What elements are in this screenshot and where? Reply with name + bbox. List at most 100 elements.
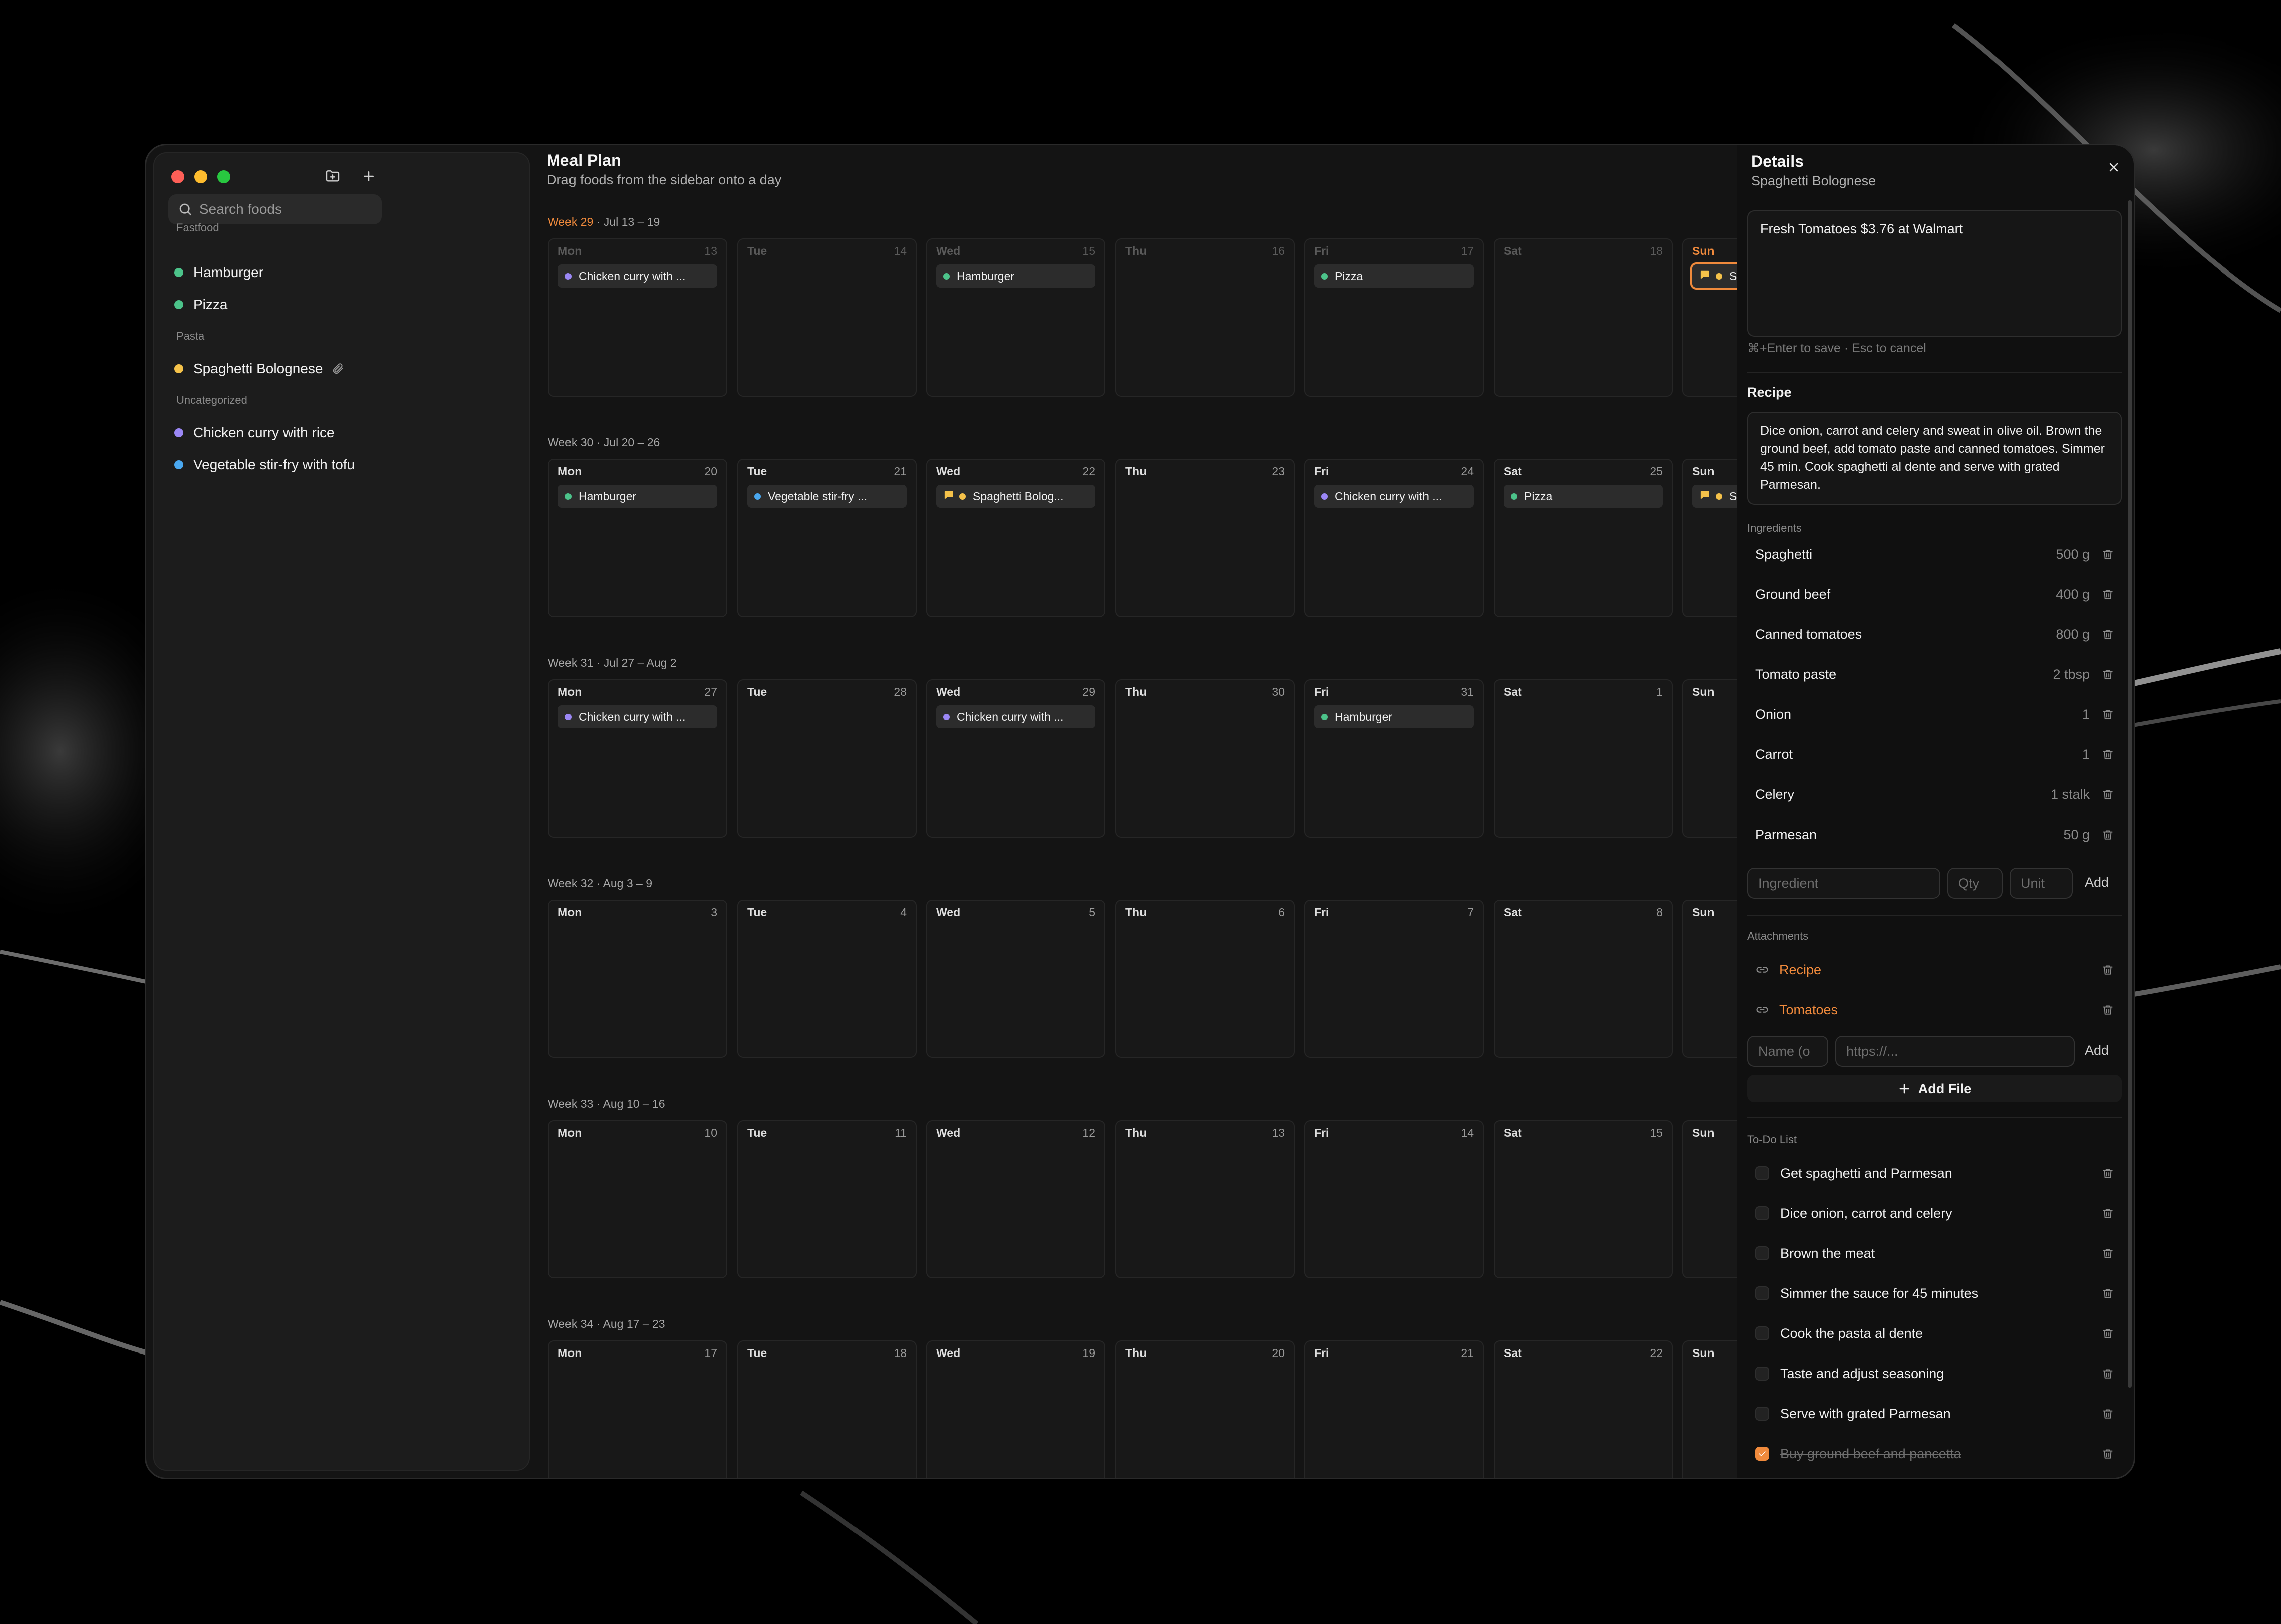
day-cell[interactable]: Wed 29 Chicken curry with ... xyxy=(926,679,1105,838)
day-cell[interactable]: Thu 6 xyxy=(1115,900,1295,1058)
meal-chip[interactable]: Chicken curry with ... xyxy=(936,705,1095,728)
day-cell[interactable]: Thu 16 xyxy=(1115,238,1295,397)
sidebar-food-item[interactable]: Vegetable stir-fry with tofu xyxy=(174,452,355,478)
todo-checkbox[interactable] xyxy=(1755,1407,1769,1421)
meal-chip[interactable]: Chicken curry with ... xyxy=(558,264,717,288)
delete-ingredient-button[interactable] xyxy=(2100,586,2116,602)
todo-checkbox[interactable] xyxy=(1755,1326,1769,1340)
meal-chip[interactable]: Chicken curry with ... xyxy=(558,705,717,728)
sidebar-food-item[interactable]: Spaghetti Bolognese xyxy=(174,356,345,382)
meal-chip[interactable]: Pizza xyxy=(1504,485,1663,508)
todo-checkbox[interactable] xyxy=(1755,1206,1769,1220)
delete-ingredient-button[interactable] xyxy=(2100,706,2116,722)
attachment-name-field[interactable] xyxy=(1747,1036,1828,1067)
ingredient-qty-field[interactable] xyxy=(1947,868,2003,899)
day-cell[interactable]: Fri 31 Hamburger xyxy=(1304,679,1484,838)
delete-todo-button[interactable] xyxy=(2100,1285,2116,1301)
day-cell[interactable]: Tue 28 xyxy=(737,679,917,838)
attachment-url-field[interactable] xyxy=(1835,1036,2075,1067)
recipe-textarea[interactable]: Dice onion, carrot and celery and sweat … xyxy=(1747,412,2122,505)
new-folder-button[interactable] xyxy=(323,166,343,186)
meal-chip[interactable]: Hamburger xyxy=(936,264,1095,288)
sidebar-food-item[interactable]: Hamburger xyxy=(174,259,263,286)
ingredient-input[interactable] xyxy=(1747,868,1940,899)
day-cell[interactable]: Mon 10 xyxy=(548,1120,727,1278)
sidebar-food-item[interactable]: Pizza xyxy=(174,292,227,318)
delete-attachment-button[interactable] xyxy=(2100,962,2116,978)
delete-todo-button[interactable] xyxy=(2100,1165,2116,1181)
delete-ingredient-button[interactable] xyxy=(2100,786,2116,802)
day-cell[interactable]: Sat 25 Pizza xyxy=(1494,459,1673,617)
day-cell[interactable]: Sat 22 xyxy=(1494,1340,1673,1478)
delete-ingredient-button[interactable] xyxy=(2100,746,2116,762)
attachment-url-input[interactable] xyxy=(1835,1036,2075,1067)
unit-input[interactable] xyxy=(2010,868,2073,899)
delete-todo-button[interactable] xyxy=(2100,1205,2116,1221)
add-attachment-button[interactable]: Add xyxy=(2085,1043,2109,1058)
day-cell[interactable]: Tue 11 xyxy=(737,1120,917,1278)
window-close-button[interactable] xyxy=(171,170,184,183)
day-cell[interactable]: Tue 14 xyxy=(737,238,917,397)
day-cell[interactable]: Sat 18 xyxy=(1494,238,1673,397)
day-cell[interactable]: Fri 17 Pizza xyxy=(1304,238,1484,397)
day-cell[interactable]: Mon 17 xyxy=(548,1340,727,1478)
day-cell[interactable]: Fri 7 xyxy=(1304,900,1484,1058)
day-cell[interactable]: Wed 22 Spaghetti Bolog... xyxy=(926,459,1105,617)
day-cell[interactable]: Mon 20 Hamburger xyxy=(548,459,727,617)
day-cell[interactable]: Mon 27 Chicken curry with ... xyxy=(548,679,727,838)
attachment-link[interactable]: Recipe xyxy=(1779,962,2100,978)
qty-input[interactable] xyxy=(1947,868,2003,899)
delete-todo-button[interactable] xyxy=(2100,1325,2116,1341)
meal-chip[interactable]: Vegetable stir-fry ... xyxy=(747,485,907,508)
day-cell[interactable]: Sat 8 xyxy=(1494,900,1673,1058)
add-file-button[interactable]: Add File xyxy=(1747,1075,2122,1102)
delete-ingredient-button[interactable] xyxy=(2100,546,2116,562)
meal-chip[interactable]: Hamburger xyxy=(1314,705,1474,728)
todo-checkbox[interactable] xyxy=(1755,1286,1769,1300)
ingredient-unit-field[interactable] xyxy=(2010,868,2073,899)
todo-checkbox[interactable] xyxy=(1755,1447,1769,1461)
attachment-link[interactable]: Tomatoes xyxy=(1779,1002,2100,1018)
attachment-name-input[interactable] xyxy=(1747,1036,1828,1067)
todo-checkbox[interactable] xyxy=(1755,1367,1769,1381)
day-cell[interactable]: Tue 21 Vegetable stir-fry ... xyxy=(737,459,917,617)
todo-checkbox[interactable] xyxy=(1755,1246,1769,1260)
day-cell[interactable]: Fri 14 xyxy=(1304,1120,1484,1278)
close-details-button[interactable] xyxy=(2104,157,2124,177)
delete-todo-button[interactable] xyxy=(2100,1406,2116,1422)
delete-attachment-button[interactable] xyxy=(2100,1002,2116,1018)
meal-chip[interactable]: Pizza xyxy=(1314,264,1474,288)
add-food-button[interactable] xyxy=(359,166,379,186)
delete-ingredient-button[interactable] xyxy=(2100,666,2116,682)
day-cell[interactable]: Fri 21 xyxy=(1304,1340,1484,1478)
todo-checkbox[interactable] xyxy=(1755,1166,1769,1180)
delete-todo-button[interactable] xyxy=(2100,1245,2116,1261)
search-input[interactable] xyxy=(198,201,371,218)
day-cell[interactable]: Wed 5 xyxy=(926,900,1105,1058)
day-cell[interactable]: Wed 12 xyxy=(926,1120,1105,1278)
day-cell[interactable]: Fri 24 Chicken curry with ... xyxy=(1304,459,1484,617)
day-cell[interactable]: Thu 23 xyxy=(1115,459,1295,617)
day-cell[interactable]: Sat 1 xyxy=(1494,679,1673,838)
day-cell[interactable]: Wed 15 Hamburger xyxy=(926,238,1105,397)
day-cell[interactable]: Mon 13 Chicken curry with ... xyxy=(548,238,727,397)
details-scrollbar[interactable] xyxy=(2128,200,2132,1388)
day-cell[interactable]: Thu 13 xyxy=(1115,1120,1295,1278)
day-cell[interactable]: Wed 19 xyxy=(926,1340,1105,1478)
meal-chip[interactable]: Hamburger xyxy=(558,485,717,508)
ingredient-name-field[interactable] xyxy=(1747,868,1940,899)
day-cell[interactable]: Mon 3 xyxy=(548,900,727,1058)
delete-ingredient-button[interactable] xyxy=(2100,626,2116,642)
sidebar-food-item[interactable]: Chicken curry with rice xyxy=(174,420,335,446)
window-minimize-button[interactable] xyxy=(194,170,207,183)
delete-ingredient-button[interactable] xyxy=(2100,827,2116,843)
day-cell[interactable]: Thu 30 xyxy=(1115,679,1295,838)
note-editor[interactable]: Fresh Tomatoes $3.76 at Walmart xyxy=(1747,210,2122,337)
delete-todo-button[interactable] xyxy=(2100,1366,2116,1382)
delete-todo-button[interactable] xyxy=(2100,1446,2116,1462)
day-cell[interactable]: Tue 4 xyxy=(737,900,917,1058)
day-cell[interactable]: Thu 20 xyxy=(1115,1340,1295,1478)
meal-chip[interactable]: Chicken curry with ... xyxy=(1314,485,1474,508)
window-zoom-button[interactable] xyxy=(217,170,230,183)
add-ingredient-button[interactable]: Add xyxy=(2085,875,2109,890)
